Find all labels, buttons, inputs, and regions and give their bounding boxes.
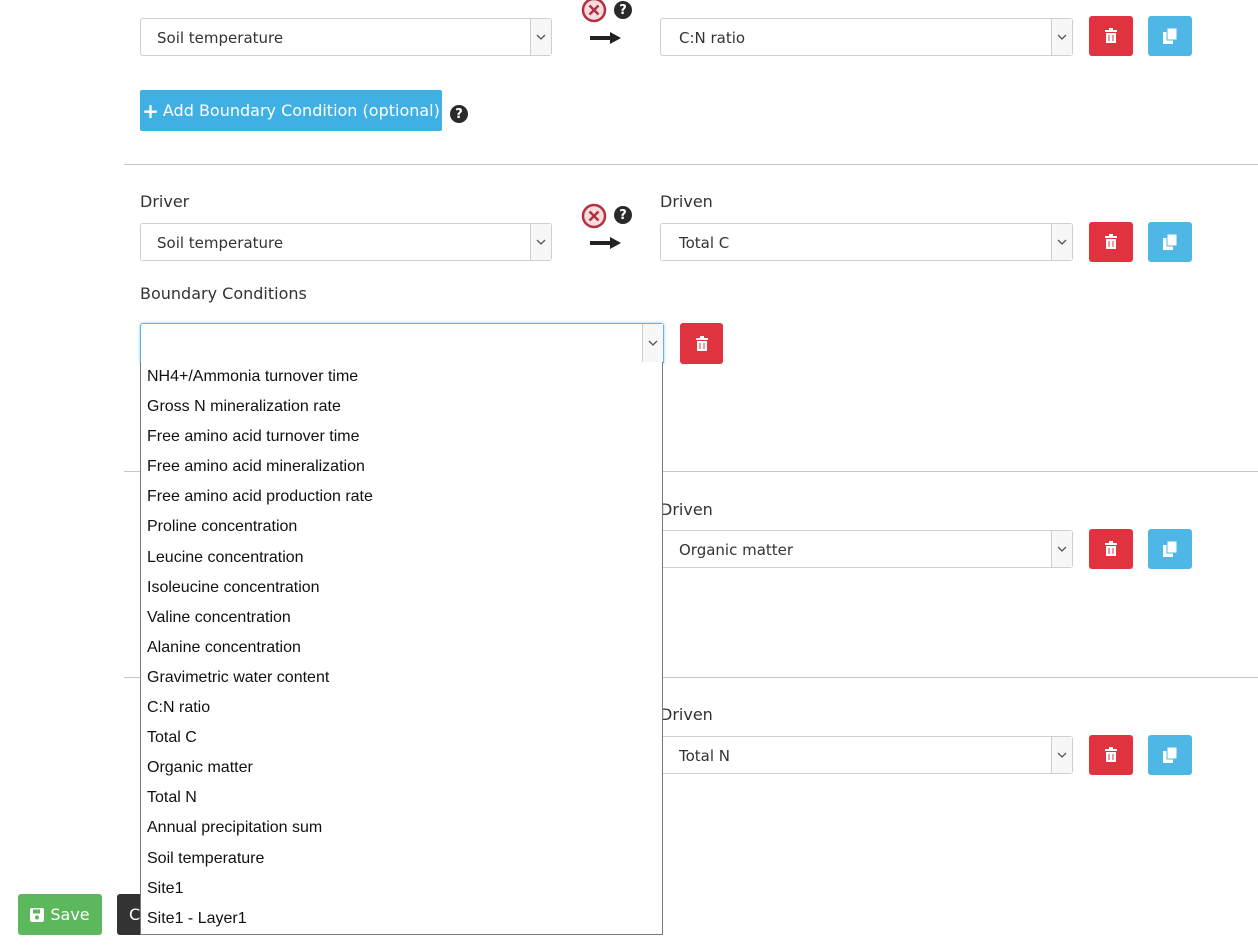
question-icon[interactable]: ? (614, 206, 632, 224)
driven-select-2[interactable]: Total C (660, 223, 1073, 261)
dropdown-option[interactable]: Site1 (141, 874, 662, 904)
driver-select-1[interactable]: Soil temperature (140, 18, 552, 56)
trash-icon (1105, 28, 1117, 43)
driven-select-1[interactable]: C:N ratio (660, 18, 1073, 56)
dropdown-option[interactable]: C:N ratio (141, 693, 662, 723)
arrow-right-icon (588, 235, 624, 255)
boundary-condition-dropdown[interactable]: NH4+/Ammonia turnover time Gross N minera… (140, 362, 663, 935)
chevron-down-icon[interactable] (1051, 224, 1072, 260)
arrow-right-icon (588, 30, 624, 50)
trash-icon (1105, 747, 1117, 762)
plus-icon: + (142, 98, 159, 123)
dropdown-option[interactable]: Organic matter (141, 753, 662, 783)
dropdown-option[interactable]: Free amino acid mineralization (141, 452, 662, 482)
dropdown-option[interactable]: Annual precipitation sum (141, 813, 662, 843)
secondary-button-label: C (129, 905, 141, 924)
chevron-down-icon[interactable] (1051, 737, 1072, 773)
copy-icon (1163, 234, 1178, 250)
dropdown-option[interactable]: Proline concentration (141, 512, 662, 542)
dropdown-option[interactable]: Gross N mineralization rate (141, 392, 662, 422)
save-label: Save (50, 905, 90, 924)
remove-circle-icon[interactable] (580, 0, 608, 28)
chevron-down-icon[interactable] (530, 224, 551, 260)
trash-icon (1105, 541, 1117, 556)
dropdown-option[interactable]: Isoleucine concentration (141, 573, 662, 603)
dropdown-option[interactable]: Gravimetric water content (141, 663, 662, 693)
dropdown-option[interactable]: Site1 - Layer1 (141, 904, 662, 934)
trash-icon (695, 335, 708, 351)
dropdown-option[interactable]: Leucine concentration (141, 543, 662, 573)
divider (124, 164, 1258, 165)
chevron-down-icon[interactable] (1051, 531, 1072, 567)
driven-select-3[interactable]: Organic matter (660, 530, 1073, 568)
driven-select-value: C:N ratio (679, 29, 746, 47)
chevron-down-icon[interactable] (1051, 19, 1072, 55)
driven-select-value: Total C (679, 234, 730, 252)
dropdown-option[interactable]: Total C (141, 723, 662, 753)
delete-relation-button[interactable] (1089, 735, 1133, 775)
driver-select-value: Soil temperature (157, 234, 284, 252)
dropdown-option[interactable]: Alanine concentration (141, 633, 662, 663)
driver-label: Driver (140, 192, 190, 211)
floppy-icon (30, 907, 45, 922)
add-boundary-condition-button[interactable]: + Add Boundary Condition (optional) (140, 90, 442, 131)
dropdown-option[interactable]: Total N (141, 783, 662, 813)
question-icon[interactable]: ? (450, 105, 468, 123)
remove-circle-icon[interactable] (580, 202, 608, 234)
driver-select-value: Soil temperature (157, 29, 284, 47)
question-icon[interactable]: ? (614, 1, 632, 19)
save-button[interactable]: Save (18, 894, 102, 935)
driven-label: Driven (660, 705, 713, 724)
driven-select-4[interactable]: Total N (660, 736, 1073, 774)
chevron-down-icon[interactable] (642, 324, 663, 362)
delete-relation-button[interactable] (1089, 529, 1133, 569)
driven-select-value: Total N (679, 747, 731, 765)
delete-boundary-button[interactable] (680, 323, 723, 364)
delete-relation-button[interactable] (1089, 16, 1133, 56)
dropdown-option[interactable]: Free amino acid turnover time (141, 422, 662, 452)
trash-icon (1105, 234, 1117, 249)
dropdown-option[interactable]: Free amino acid production rate (141, 482, 662, 512)
boundary-conditions-label: Boundary Conditions (140, 284, 307, 303)
dropdown-option[interactable]: NH4+/Ammonia turnover time (141, 362, 662, 392)
driven-select-value: Organic matter (679, 541, 794, 559)
driven-label: Driven (660, 500, 713, 519)
chevron-down-icon[interactable] (530, 19, 551, 55)
copy-icon (1163, 541, 1178, 557)
copy-icon (1163, 28, 1178, 44)
dropdown-option[interactable]: Soil temperature (141, 844, 662, 874)
driver-select-2[interactable]: Soil temperature (140, 223, 552, 261)
copy-relation-button[interactable] (1148, 222, 1192, 262)
dropdown-option[interactable]: Valine concentration (141, 603, 662, 633)
copy-relation-button[interactable] (1148, 529, 1192, 569)
boundary-condition-select[interactable] (140, 323, 664, 363)
copy-icon (1163, 747, 1178, 763)
delete-relation-button[interactable] (1089, 222, 1133, 262)
copy-relation-button[interactable] (1148, 16, 1192, 56)
copy-relation-button[interactable] (1148, 735, 1192, 775)
driven-label: Driven (660, 192, 713, 211)
add-boundary-label: Add Boundary Condition (optional) (162, 101, 440, 120)
